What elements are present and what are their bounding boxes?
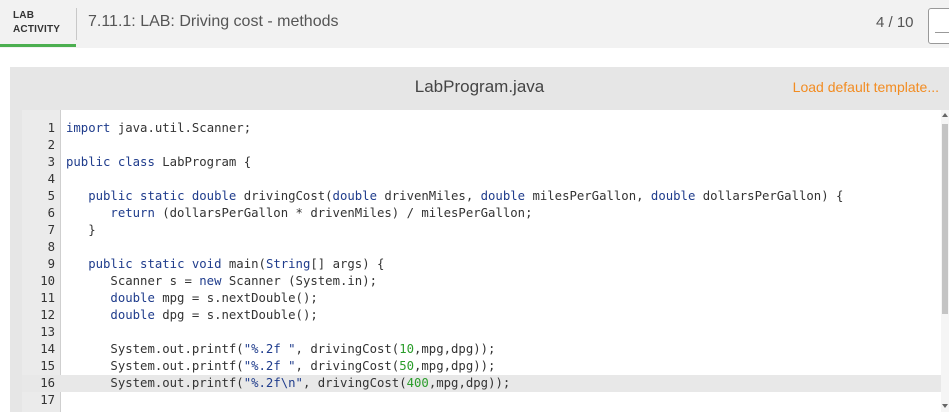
line-number: 11 bbox=[40, 291, 55, 305]
code-line[interactable]: 2 bbox=[22, 137, 949, 154]
code-line[interactable]: 12 double dpg = s.nextDouble(); bbox=[22, 307, 949, 324]
code-editor[interactable]: 1 import java.util.Scanner; 2 3 public class… bbox=[22, 110, 949, 412]
line-number: 15 bbox=[40, 359, 55, 373]
line-number: 10 bbox=[40, 274, 55, 288]
line-number: 6 bbox=[47, 206, 55, 220]
load-default-template-link[interactable]: Load default template... bbox=[793, 79, 939, 95]
line-number: 16 bbox=[40, 376, 55, 390]
code-line[interactable]: 17 bbox=[22, 392, 949, 409]
line-number: 7 bbox=[47, 223, 55, 237]
line-number: 4 bbox=[47, 172, 55, 186]
lab-header: LAB ACTIVITY 7.11.1: LAB: Driving cost -… bbox=[0, 0, 949, 48]
code-text[interactable]: System.out.printf("%.2f ", drivingCost(5… bbox=[66, 358, 495, 375]
code-line[interactable]: 6 return (dollarsPerGallon * drivenMiles… bbox=[22, 205, 949, 222]
code-text[interactable]: System.out.printf("%.2f\n", drivingCost(… bbox=[66, 375, 510, 392]
code-line[interactable]: 5 public static double drivingCost(doubl… bbox=[22, 188, 949, 205]
code-lines[interactable]: 1 import java.util.Scanner; 2 3 public class… bbox=[22, 120, 949, 409]
lab-activity-tag: LAB ACTIVITY bbox=[13, 9, 60, 37]
code-text[interactable]: System.out.printf("%.2f ", drivingCost(1… bbox=[66, 341, 495, 358]
code-line[interactable]: 4 bbox=[22, 171, 949, 188]
code-line[interactable]: 8 bbox=[22, 239, 949, 256]
code-text[interactable]: public static void main(String[] args) { bbox=[66, 256, 384, 273]
line-number: 13 bbox=[40, 325, 55, 339]
code-text[interactable]: double mpg = s.nextDouble(); bbox=[66, 290, 317, 307]
scrollbar-thumb[interactable] bbox=[942, 124, 948, 314]
code-text[interactable]: Scanner s = new Scanner (System.in); bbox=[66, 273, 377, 290]
lab-tag-line2: ACTIVITY bbox=[13, 24, 61, 35]
lab-score: 4 / 10 bbox=[876, 14, 914, 31]
editor-panel: LabProgram.java Load default template...… bbox=[10, 67, 949, 412]
code-text[interactable]: public class LabProgram { bbox=[66, 154, 251, 171]
code-text[interactable]: public static double drivingCost(double … bbox=[66, 188, 843, 205]
line-number: 1 bbox=[47, 121, 55, 135]
code-text[interactable]: return (dollarsPerGallon * drivenMiles) … bbox=[66, 205, 532, 222]
code-text[interactable]: } bbox=[66, 222, 95, 239]
line-number: 14 bbox=[40, 342, 55, 356]
line-number: 17 bbox=[40, 393, 55, 407]
score-status-box bbox=[928, 8, 949, 44]
code-line[interactable]: 7 } bbox=[22, 222, 949, 239]
lab-tag-accent-bar bbox=[0, 44, 76, 47]
line-number: 5 bbox=[47, 189, 55, 203]
code-line[interactable]: 13 bbox=[22, 324, 949, 341]
code-text[interactable]: double dpg = s.nextDouble(); bbox=[66, 307, 317, 324]
code-line[interactable]: 10 Scanner s = new Scanner (System.in); bbox=[22, 273, 949, 290]
code-line[interactable]: 11 double mpg = s.nextDouble(); bbox=[22, 290, 949, 307]
code-line[interactable]: 3 public class LabProgram { bbox=[22, 154, 949, 171]
line-number: 3 bbox=[47, 155, 55, 169]
lab-title: 7.11.1: LAB: Driving cost - methods bbox=[88, 13, 339, 30]
code-line[interactable]: 1 import java.util.Scanner; bbox=[22, 120, 949, 137]
code-line[interactable]: 9 public static void main(String[] args)… bbox=[22, 256, 949, 273]
header-divider bbox=[76, 8, 77, 40]
line-number: 9 bbox=[47, 257, 55, 271]
score-status-mark bbox=[935, 32, 949, 33]
line-number: 12 bbox=[40, 308, 55, 322]
scroll-down-arrow-icon[interactable] bbox=[942, 404, 948, 408]
code-line[interactable]: 14 System.out.printf("%.2f ", drivingCos… bbox=[22, 341, 949, 358]
lab-tag-line1: LAB bbox=[13, 10, 35, 21]
code-line[interactable]: 16 System.out.printf("%.2f\n", drivingCo… bbox=[22, 375, 949, 392]
code-text[interactable]: import java.util.Scanner; bbox=[66, 120, 251, 137]
line-number: 8 bbox=[47, 240, 55, 254]
code-line[interactable]: 15 System.out.printf("%.2f ", drivingCos… bbox=[22, 358, 949, 375]
scroll-up-arrow-icon[interactable] bbox=[942, 113, 948, 117]
editor-scrollbar[interactable] bbox=[941, 110, 949, 412]
line-number: 2 bbox=[47, 138, 55, 152]
